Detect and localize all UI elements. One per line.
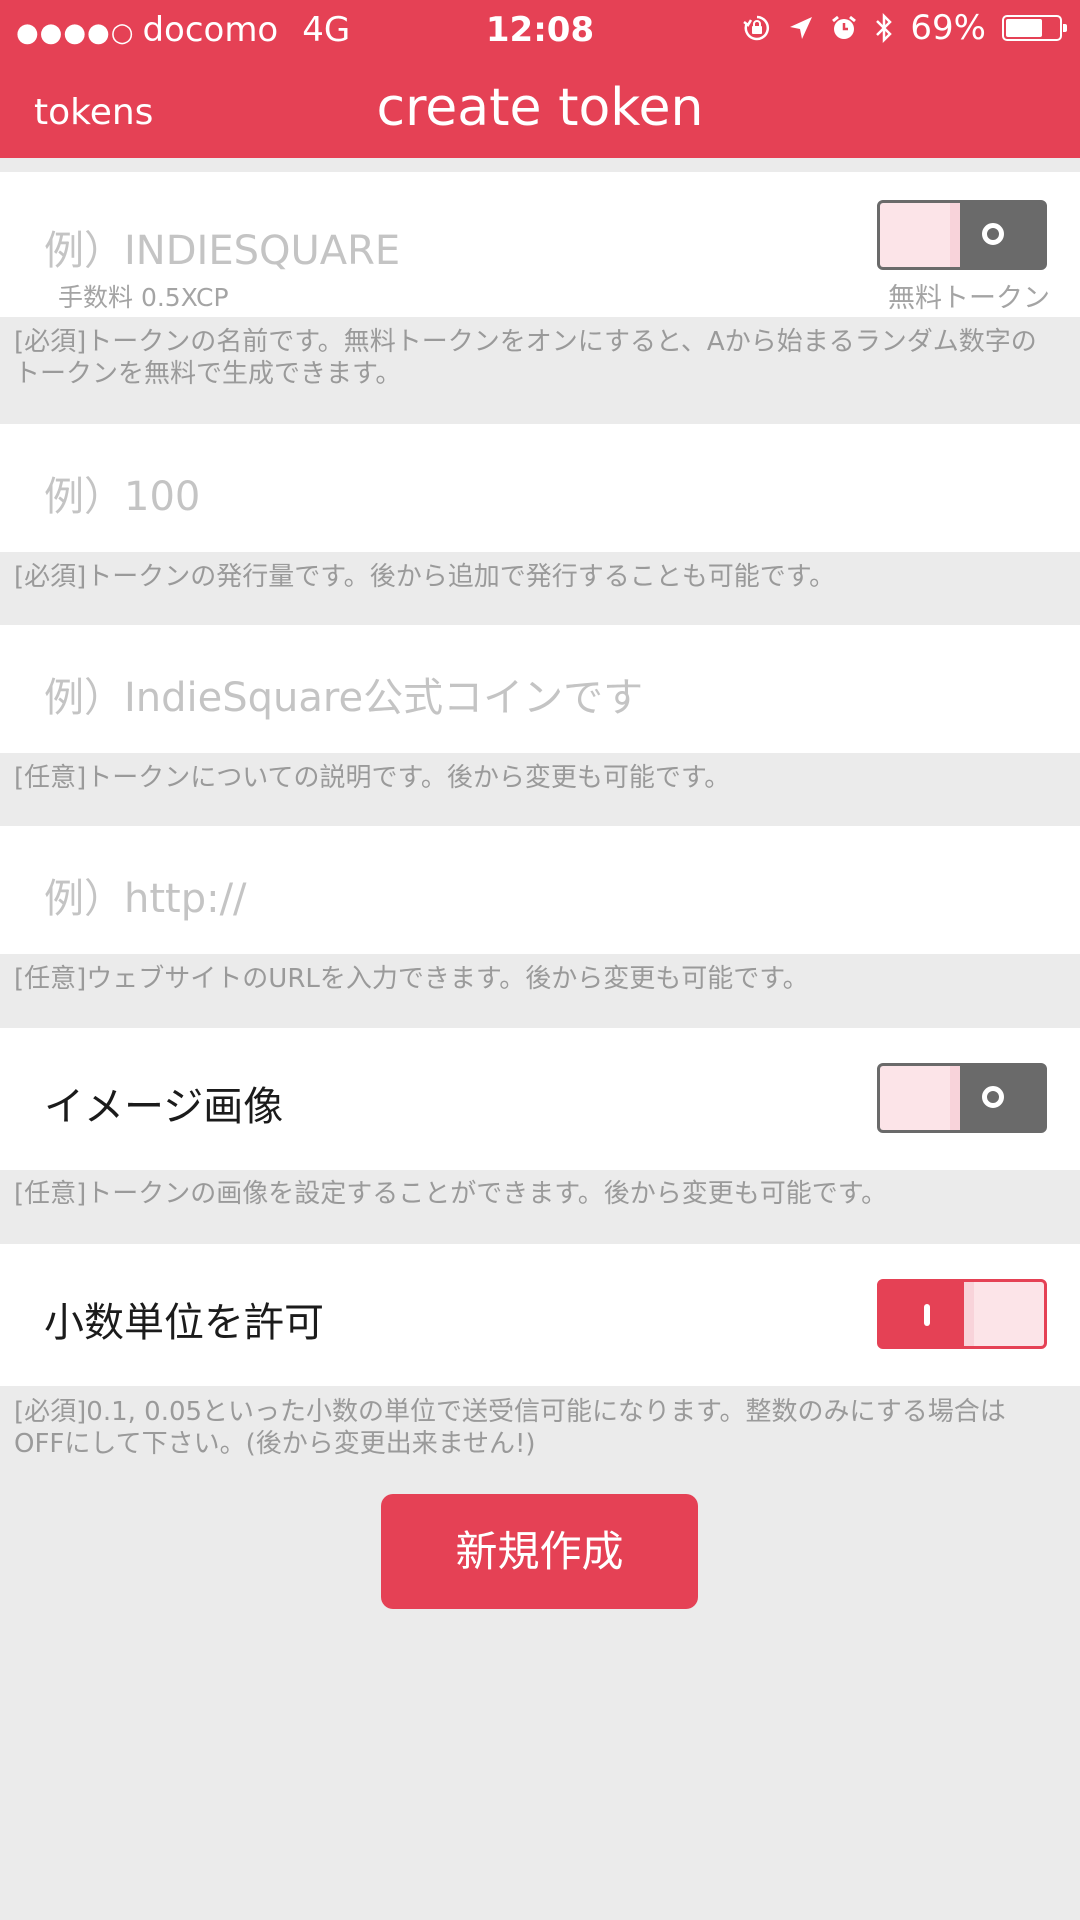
bluetooth-icon [874, 12, 894, 44]
create-button[interactable]: 新規作成 [381, 1494, 698, 1609]
description-hint: [任意]トークンについての説明です。後から変更も可能です。 [14, 763, 731, 793]
image-hint: [任意]トークンの画像を設定することができます。後から変更も可能です。 [14, 1179, 888, 1209]
orientation-lock-icon [742, 13, 772, 43]
token-name-hint: [必須]トークンの名前です。無料トークンをオンにすると、Aから始まるランダム数字… [14, 327, 1037, 389]
status-right: 69% [742, 8, 1067, 48]
website-hint: [任意]ウェブサイトのURLを入力できます。後から変更も可能です。 [14, 964, 809, 994]
status-bar: ●●●●○ docomo 4G 12:08 69% [0, 0, 1080, 58]
header: ●●●●○ docomo 4G 12:08 69% tokens create … [0, 0, 1080, 158]
amount-hint: [必須]トークンの発行量です。後から追加で発行することも可能です。 [14, 562, 836, 592]
toggle-knob [964, 1282, 1044, 1346]
free-token-label: 無料トークン [888, 283, 1050, 314]
image-label: イメージ画像 [44, 1084, 284, 1130]
toggle-knob [880, 1066, 960, 1130]
toggle-off-mark-icon [982, 223, 1004, 245]
battery-fill [1006, 19, 1042, 37]
battery-icon [1002, 15, 1067, 41]
toggle-on-mark-icon [924, 1304, 930, 1326]
decimal-label: 小数単位を許可 [44, 1300, 324, 1346]
website-row: 例）http:// [0, 826, 1080, 954]
alarm-icon [830, 14, 858, 42]
image-toggle[interactable] [877, 1063, 1047, 1133]
amount-row: 例）100 [0, 424, 1080, 552]
token-name-input[interactable]: 例）INDIESQUARE [44, 218, 400, 276]
fee-label: 手数料 0.5XCP [58, 283, 229, 312]
description-input[interactable]: 例）IndieSquare公式コインです [44, 665, 643, 723]
decimal-toggle[interactable] [877, 1279, 1047, 1349]
toggle-knob [880, 203, 960, 267]
location-arrow-icon [788, 15, 814, 41]
website-input[interactable]: 例）http:// [44, 866, 247, 924]
page-title: create token [376, 78, 704, 138]
battery-nub [1063, 24, 1067, 32]
description-row: 例）IndieSquare公式コインです [0, 625, 1080, 753]
amount-input[interactable]: 例）100 [44, 464, 200, 522]
toggle-off-mark-icon [982, 1086, 1004, 1108]
battery-percent: 69% [910, 8, 986, 48]
free-token-toggle[interactable] [877, 200, 1047, 270]
decimal-hint: [必須]0.1, 0.05といった小数の単位で送受信可能になります。整数のみにす… [14, 1397, 1006, 1459]
